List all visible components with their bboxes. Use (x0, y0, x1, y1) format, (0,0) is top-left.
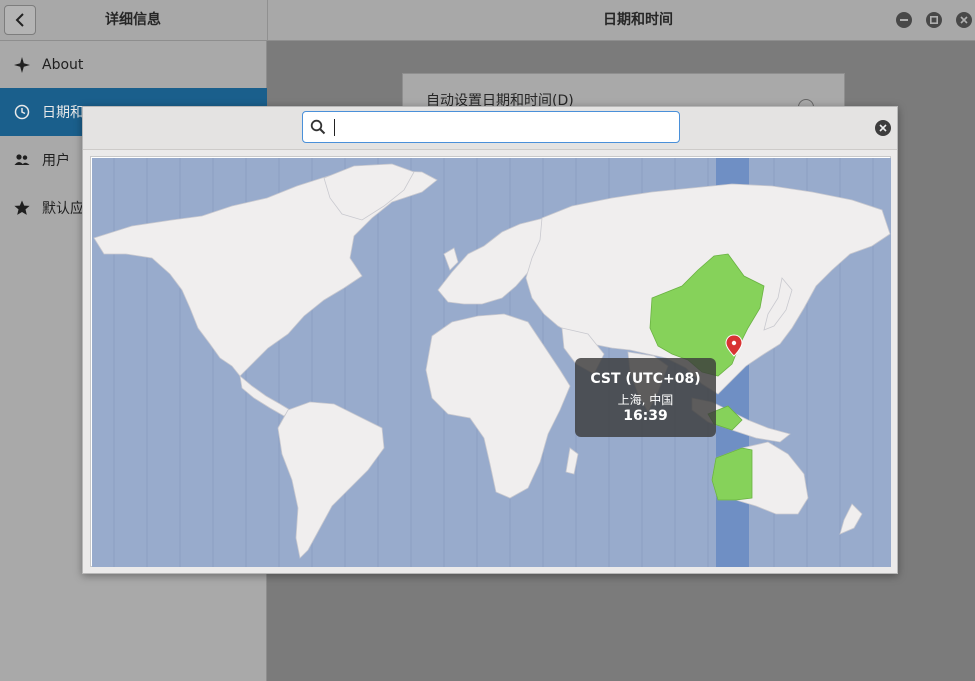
search-icon (310, 119, 326, 135)
close-icon (879, 124, 887, 132)
star-icon (13, 199, 31, 217)
close-icon (960, 16, 968, 24)
sidebar-item-label: 日期和 (42, 105, 84, 121)
time-label: 16:39 (623, 408, 668, 424)
minimize-icon (900, 19, 908, 21)
sidebar-item-label: 用户 (42, 153, 70, 169)
maximize-button[interactable] (926, 12, 942, 28)
search-input[interactable] (333, 116, 677, 140)
sidebar-item-label: About (42, 57, 84, 73)
chevron-left-icon (15, 13, 24, 27)
timezone-dialog: CST (UTC+08) 上海, 中国 16:39 (82, 106, 898, 574)
world-map[interactable]: CST (UTC+08) 上海, 中国 16:39 (90, 156, 891, 567)
back-button[interactable] (4, 5, 36, 35)
clock-icon (13, 103, 31, 121)
sidebar-item-about[interactable]: About (0, 41, 267, 89)
close-button[interactable] (956, 12, 972, 28)
panel-title: 详细信息 (105, 12, 161, 28)
text-caret (334, 119, 335, 136)
sparkle-icon (13, 56, 31, 74)
sidebar-item-label: 默认应 (42, 201, 84, 217)
timezone-map[interactable] (92, 158, 891, 567)
city-label: 上海, 中国 (617, 393, 674, 407)
minimize-button[interactable] (896, 12, 912, 28)
dialog-header (83, 107, 897, 150)
dialog-close-button[interactable] (875, 120, 891, 136)
users-icon (13, 151, 31, 169)
timezone-tooltip: CST (UTC+08) 上海, 中国 16:39 (575, 358, 716, 437)
maximize-icon (930, 16, 938, 24)
timezone-label: CST (UTC+08) (590, 371, 701, 387)
titlebar: 详细信息 日期和时间 (0, 0, 975, 41)
page-title: 日期和时间 (603, 12, 673, 28)
search-box[interactable] (302, 111, 680, 143)
